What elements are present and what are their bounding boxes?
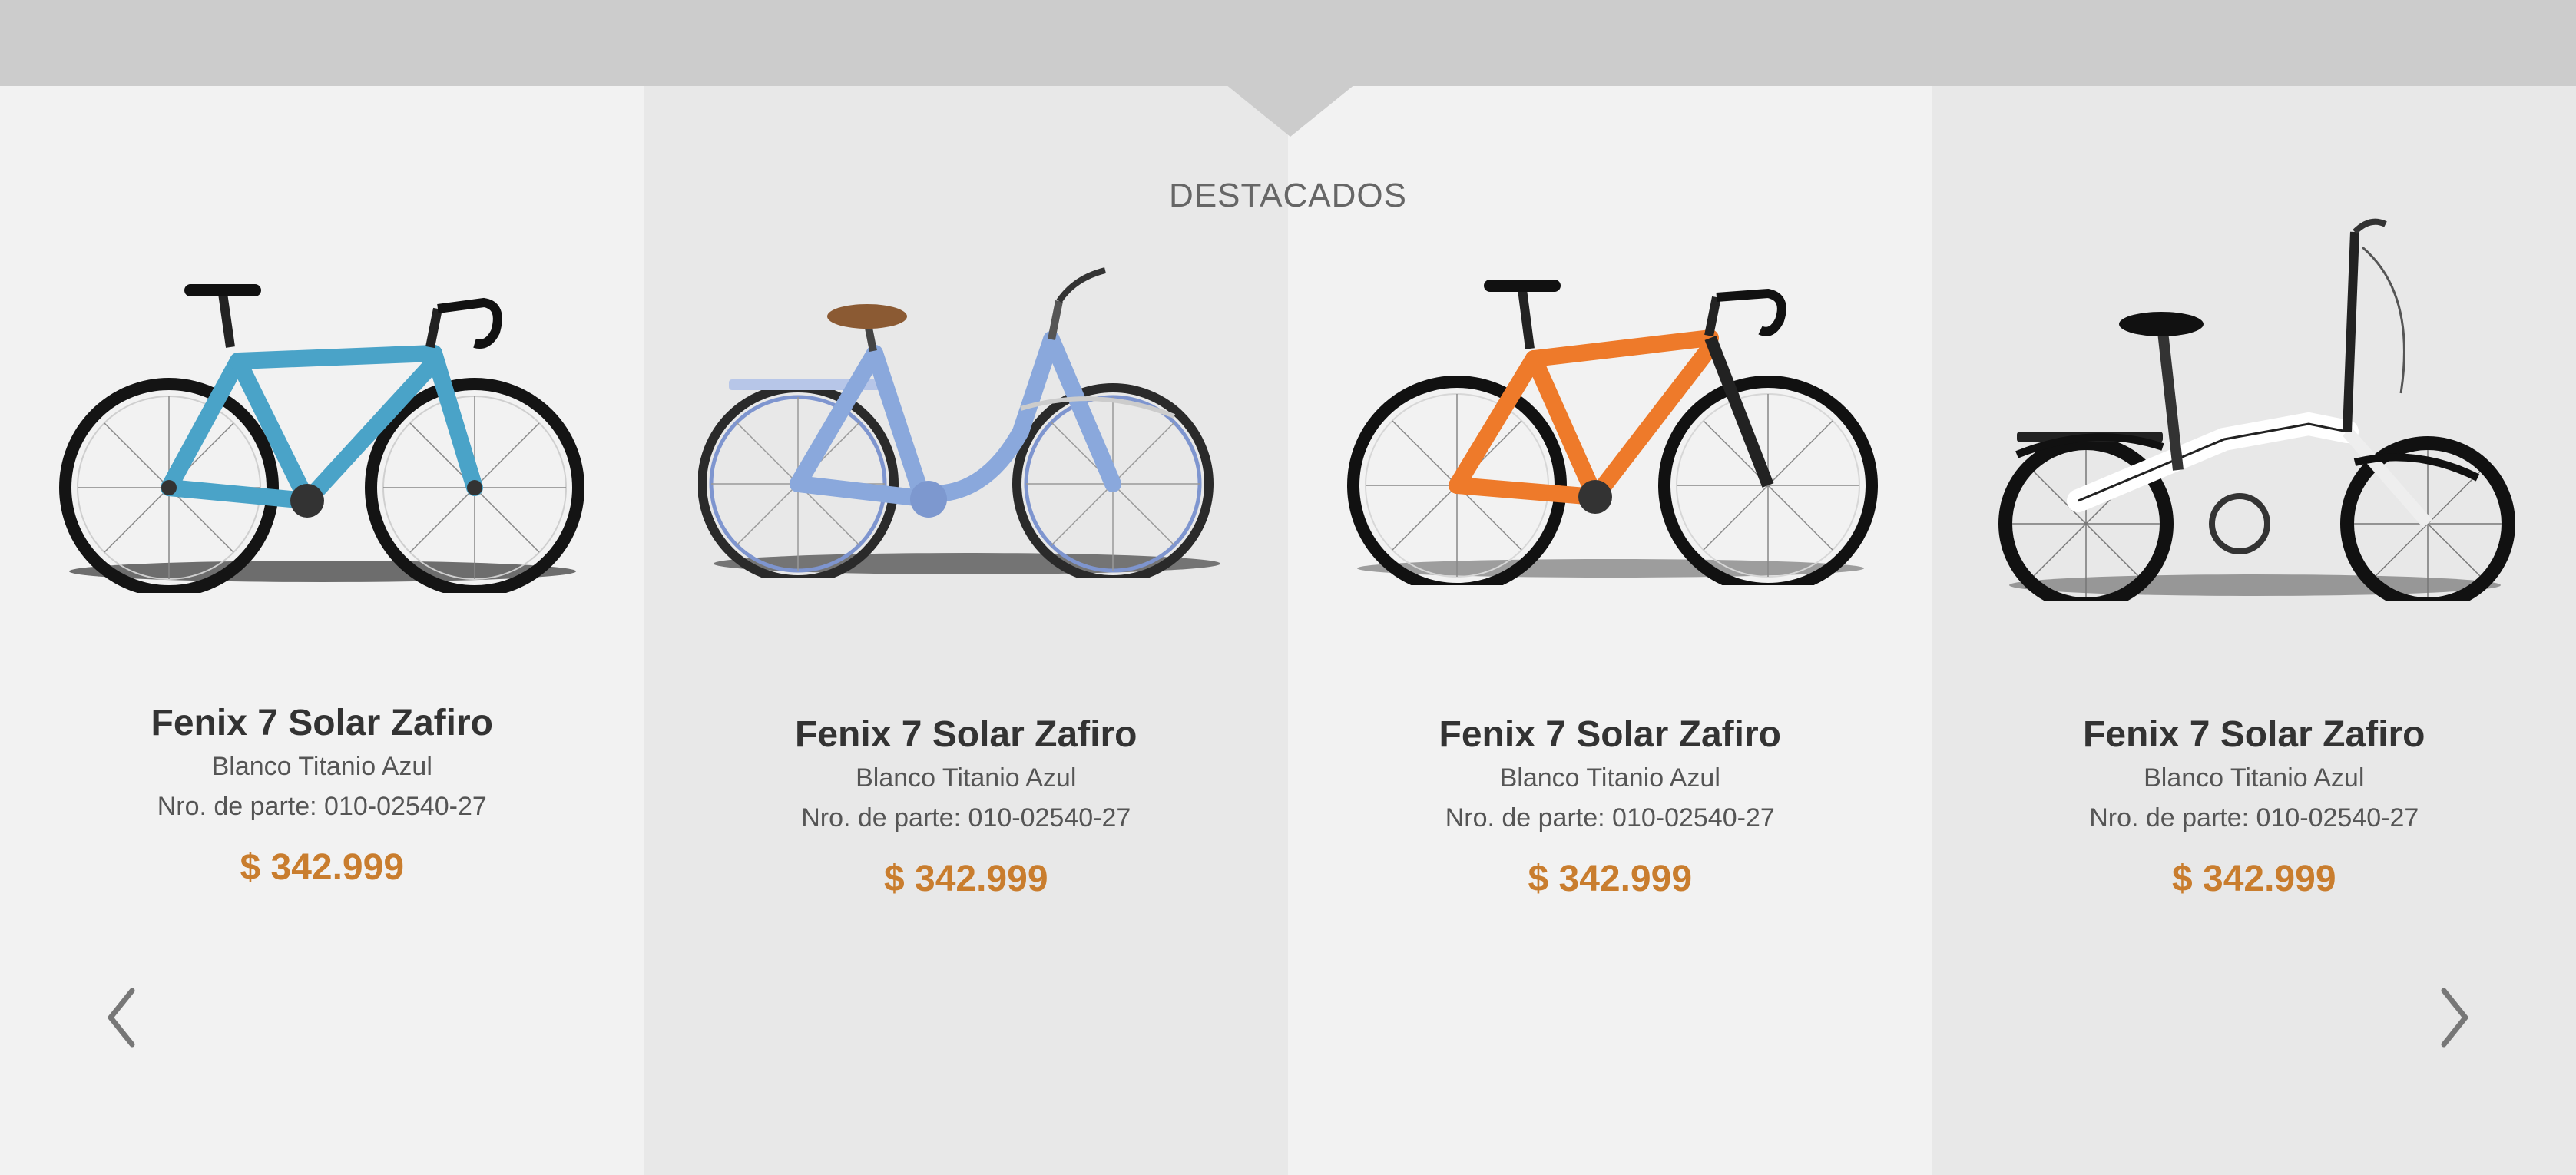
product-card[interactable]: Fenix 7 Solar Zafiro Blanco Titanio Azul…: [644, 86, 1289, 1175]
product-variant: Blanco Titanio Azul: [856, 763, 1077, 793]
city-bike-image: [697, 267, 1220, 578]
product-image[interactable]: [1986, 201, 2524, 601]
carousel-prev-button[interactable]: [100, 983, 146, 1052]
product-carousel: Fenix 7 Solar Zafiro Blanco Titanio Azul…: [0, 86, 2576, 1175]
product-card[interactable]: Fenix 7 Solar Zafiro Blanco Titanio Azul…: [1288, 86, 1932, 1175]
bike-frame: [1449, 329, 1719, 505]
product-price: $ 342.999: [1528, 859, 1693, 899]
product-image[interactable]: [54, 270, 591, 593]
section-notch: [1226, 84, 1355, 137]
product-part-number: Nro. de parte: 010-02540-27: [1445, 803, 1775, 832]
bike-frame: [789, 331, 1121, 508]
product-card[interactable]: Fenix 7 Solar Zafiro Blanco Titanio Azul…: [1932, 86, 2576, 1175]
chevron-right-icon: [2441, 988, 2468, 1048]
product-price: $ 342.999: [240, 847, 405, 888]
road-bike-image: [1347, 280, 1878, 585]
chevron-left-icon: [108, 988, 135, 1048]
product-variant: Blanco Titanio Azul: [2144, 763, 2365, 793]
product-card[interactable]: Fenix 7 Solar Zafiro Blanco Titanio Azul…: [0, 86, 644, 1175]
product-variant: Blanco Titanio Azul: [211, 752, 432, 781]
carousel-next-button[interactable]: [2430, 983, 2476, 1052]
product-part-number: Nro. de parte: 010-02540-27: [801, 803, 1131, 832]
bike-frame: [161, 345, 483, 509]
product-name[interactable]: Fenix 7 Solar Zafiro: [1288, 712, 1932, 758]
product-info: Fenix 7 Solar Zafiro Blanco Titanio Azul…: [0, 700, 644, 891]
section-title: DESTACADOS: [1169, 177, 1407, 214]
product-image[interactable]: [1342, 263, 1879, 585]
product-variant: Blanco Titanio Azul: [1499, 763, 1720, 793]
featured-products-page: DESTACADOS Fenix 7 Solar Zafiro Blanco T…: [0, 0, 2576, 1175]
product-part-number: Nro. de parte: 010-02540-27: [157, 792, 487, 821]
product-name[interactable]: Fenix 7 Solar Zafiro: [1932, 712, 2576, 758]
product-info: Fenix 7 Solar Zafiro Blanco Titanio Azul…: [1932, 712, 2576, 902]
product-part-number: Nro. de parte: 010-02540-27: [2089, 803, 2419, 832]
product-info: Fenix 7 Solar Zafiro Blanco Titanio Azul…: [644, 712, 1289, 902]
product-name[interactable]: Fenix 7 Solar Zafiro: [0, 700, 644, 746]
road-bike-image: [59, 284, 584, 593]
product-image[interactable]: [697, 255, 1236, 578]
product-price: $ 342.999: [2171, 859, 2336, 899]
product-name[interactable]: Fenix 7 Solar Zafiro: [644, 712, 1289, 758]
product-info: Fenix 7 Solar Zafiro Blanco Titanio Azul…: [1288, 712, 1932, 902]
product-price: $ 342.999: [883, 859, 1048, 899]
top-band: [0, 0, 2576, 86]
folding-bike-image: [1998, 218, 2515, 601]
